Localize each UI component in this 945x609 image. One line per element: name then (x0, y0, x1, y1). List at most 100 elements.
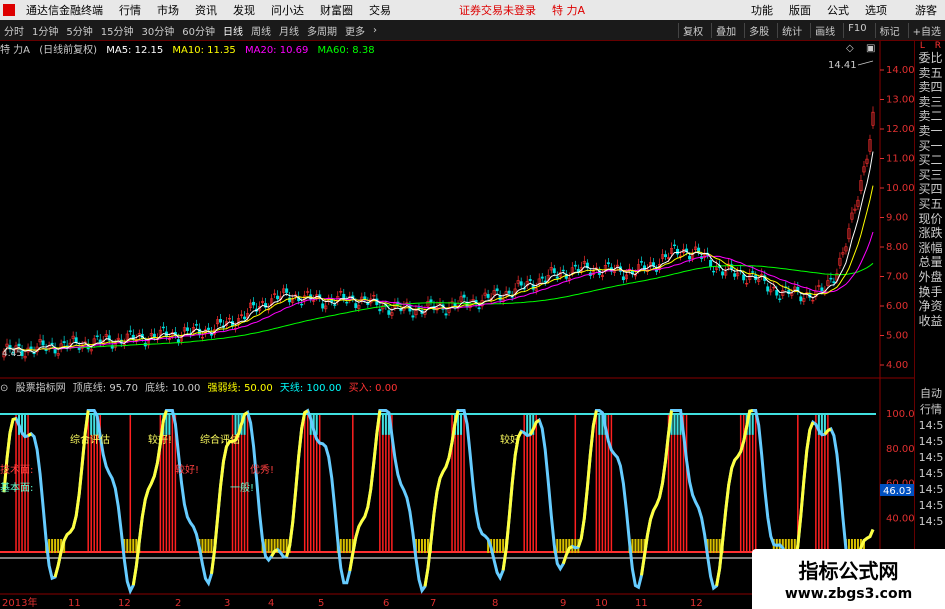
time-tick: 6 (383, 598, 389, 609)
period-tab[interactable]: 30分钟 (141, 23, 174, 38)
bottom-signal-block (129, 539, 132, 553)
oscillator-line-yellow (2, 417, 17, 493)
chevron-right-icon[interactable]: › (373, 25, 377, 36)
panel-tab-r[interactable]: R (935, 41, 941, 51)
period-more[interactable]: 更多 (345, 23, 365, 38)
price-tick: 6.00 (886, 301, 908, 312)
period-tab[interactable]: 多周期 (307, 23, 337, 38)
period-tab[interactable]: 分时 (4, 23, 24, 38)
candle-body (552, 268, 556, 274)
period-tab[interactable]: 5分钟 (66, 23, 92, 38)
indicator-title[interactable]: 股票指标网 (16, 383, 66, 394)
menu-options[interactable]: 选项 (865, 2, 887, 18)
candle-body (243, 316, 247, 320)
tick-time: 14:5 (918, 483, 944, 496)
period-tab-active[interactable]: 日线 (223, 23, 243, 38)
bottom-signal-block (562, 539, 565, 553)
ma5-line (3, 151, 874, 354)
candle-body (161, 326, 165, 329)
price-tick: 4.00 (886, 360, 908, 371)
draw-button[interactable]: 画线 (810, 22, 835, 38)
stats-button[interactable]: 统计 (777, 22, 802, 38)
candle-body (194, 324, 198, 326)
candle-body (712, 270, 716, 273)
menu-ask[interactable]: 问小达 (271, 2, 304, 18)
menu-discover[interactable]: 发现 (233, 2, 255, 18)
candle-body (387, 310, 391, 315)
period-tab[interactable]: 月线 (279, 23, 299, 38)
time-tick: 11 (635, 598, 648, 609)
candlesticks (2, 106, 875, 362)
time-tick: 7 (430, 598, 436, 609)
adjust-button[interactable]: 复权 (678, 22, 703, 38)
bottom-signal-block (712, 539, 715, 553)
period-tab[interactable]: 60分钟 (182, 23, 215, 38)
oscillator-line-yellow (528, 418, 541, 436)
indicator-tick: 80.00 (886, 444, 914, 455)
menu-news[interactable]: 资讯 (195, 2, 217, 18)
chart-setting-icon[interactable]: ◇ (846, 43, 854, 54)
menu-market[interactable]: 市场 (157, 2, 179, 18)
quote-label: 卖三 (918, 94, 943, 109)
auto-quote-label[interactable]: 自动 (917, 386, 945, 402)
sky-line-label: 天线: 100.00 (279, 383, 342, 394)
indicator-bars (15, 414, 829, 553)
menu-quotes[interactable]: 行情 (119, 2, 141, 18)
menu-wealth[interactable]: 财富圈 (320, 2, 353, 18)
time-tick: 3 (224, 598, 230, 609)
menu-function[interactable]: 功能 (751, 2, 773, 18)
menu-formula[interactable]: 公式 (827, 2, 849, 18)
window-icon[interactable]: ▣ (866, 43, 875, 54)
candle-body (820, 287, 824, 292)
candle-body (688, 255, 692, 260)
indicator-settings-icon[interactable]: ⊙ (0, 383, 8, 394)
watermark: 指标公式网 www.zbgs3.com (752, 549, 945, 609)
quote-label: 卖四 (918, 80, 943, 95)
candle-body (651, 262, 655, 266)
chart-area[interactable]: 14.00 13.00 12.00 11.00 10.00 9.00 8.00 7.00 6.0… (0, 41, 914, 609)
f10-button[interactable]: F10 (843, 22, 867, 38)
bottom-signal-block (640, 539, 643, 553)
price-tick: 7.00 (886, 272, 908, 283)
period-tab[interactable]: 1分钟 (32, 23, 58, 38)
bottom-signal-block (126, 539, 129, 553)
candle-body (378, 309, 382, 312)
candle-body (498, 295, 502, 301)
multi-stock-button[interactable]: 多股 (744, 22, 769, 38)
add-watchlist-button[interactable]: +自选 (907, 22, 941, 38)
quote-label: 买五 (918, 196, 943, 211)
period-tab[interactable]: 周线 (251, 23, 271, 38)
price-tick: 11.00 (886, 154, 914, 165)
auto-quote-label[interactable]: 行情 (917, 402, 945, 418)
price-tick: 9.00 (886, 213, 908, 224)
high-pointer (857, 60, 874, 66)
bottom-signal-block (502, 539, 505, 553)
bottom-signal-block (634, 539, 637, 553)
candle-body (218, 319, 222, 323)
candle-body (206, 327, 210, 330)
mark-button[interactable]: 标记 (874, 22, 900, 38)
oscillator-line-yellow (423, 410, 460, 587)
bottom-signal-block (342, 539, 345, 553)
candle-body (733, 273, 737, 277)
overlay-button[interactable]: 叠加 (711, 22, 736, 38)
candle-body (540, 276, 544, 279)
period-tab[interactable]: 15分钟 (101, 23, 134, 38)
app-logo-icon (3, 4, 15, 16)
panel-tabs[interactable]: L R (915, 41, 945, 51)
guest-label[interactable]: 游客 (915, 2, 937, 18)
menu-bar: 通达信金融终端 行情 市场 资讯 发现 问小达 财富圈 交易 证券交易未登录 特… (0, 0, 945, 20)
candle-body (676, 248, 680, 255)
menu-layout[interactable]: 版面 (789, 2, 811, 18)
bottom-signal-block (132, 539, 135, 553)
indicator-tick: 40.00 (886, 513, 914, 524)
overlay-text: 较好! (175, 463, 199, 476)
time-tick: 2 (175, 598, 181, 609)
panel-tab-l[interactable]: L (920, 41, 925, 51)
app-title: 通达信金融终端 (26, 4, 103, 17)
bottom-signal-block (207, 539, 210, 553)
time-tick: 5 (318, 598, 324, 609)
bottom-signal-block (499, 539, 502, 553)
oscillator-line-yellow (561, 545, 574, 565)
menu-trade[interactable]: 交易 (369, 2, 391, 18)
